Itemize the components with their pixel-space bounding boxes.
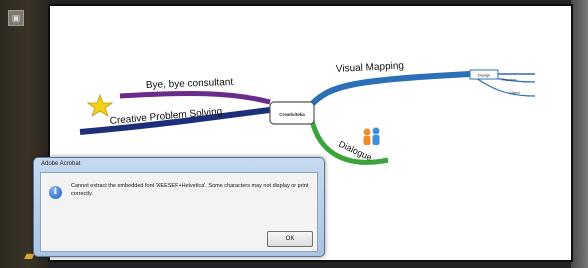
right-panel (571, 0, 588, 268)
branch-visual-line (309, 71, 471, 107)
hand-label: Hand (510, 90, 520, 95)
window-icon[interactable]: ▣ (8, 10, 24, 26)
dialog-message: Cannot extract the embedded font 'XEESEF… (71, 183, 309, 197)
process-label: Process (502, 77, 516, 82)
star-icon (86, 93, 114, 117)
dialog-body: i Cannot extract the embedded font 'XEES… (40, 172, 318, 252)
design-label: Design (478, 73, 490, 78)
people-icon (363, 127, 380, 145)
branch-bye-line (119, 91, 271, 105)
central-node-label: Creativiteka (279, 112, 305, 117)
ok-button[interactable]: OK (267, 231, 313, 247)
branch-visual-label: Visual Mapping (336, 60, 405, 75)
alert-dialog: Adobe Acrobat i Cannot extract the embed… (33, 157, 325, 257)
dialog-title: Adobe Acrobat (41, 161, 81, 167)
info-icon: i (49, 186, 62, 199)
branch-bye-label: Bye, bye consultant (146, 77, 234, 91)
